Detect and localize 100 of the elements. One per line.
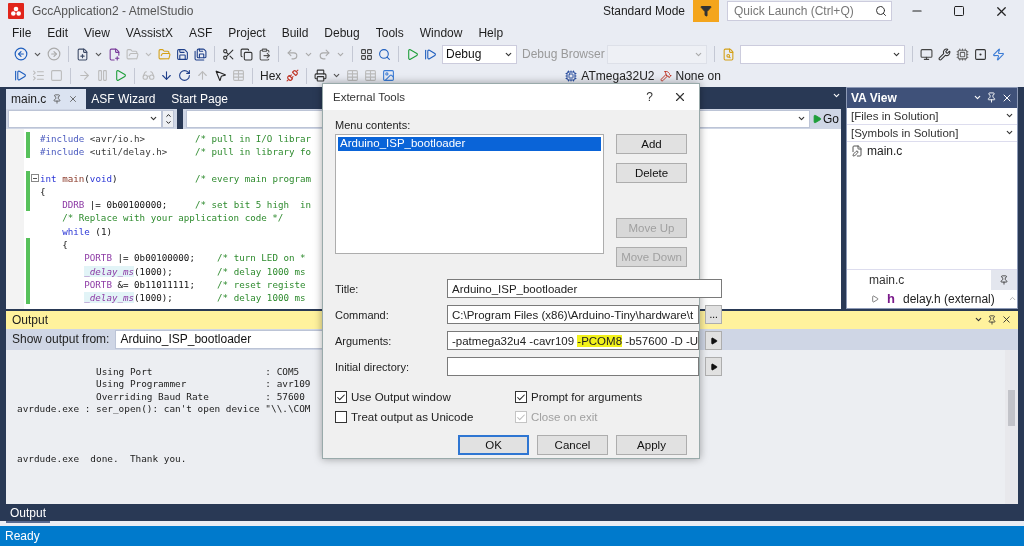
editor-tab[interactable]: ASF Wizard: [86, 88, 167, 109]
search-icon[interactable]: [875, 5, 887, 17]
grid-icon[interactable]: [360, 47, 373, 61]
monitor-icon[interactable]: [920, 47, 933, 61]
run-icon[interactable]: [114, 69, 127, 83]
menu-item[interactable]: Tools: [367, 25, 412, 40]
code-line: int main(void) /* every main program: [40, 172, 312, 184]
panel-tab[interactable]: Output: [6, 505, 51, 523]
symbols-dropdown[interactable]: [Symbols in Solution]: [847, 124, 1017, 142]
menu-item[interactable]: Edit: [39, 25, 77, 40]
find-icon[interactable]: [378, 47, 391, 61]
solution-file[interactable]: main.c: [867, 143, 903, 158]
checkbox-label: Prompt for arguments: [531, 391, 643, 403]
panel-title: VA View: [851, 90, 898, 105]
close-icon[interactable]: [673, 90, 687, 104]
paste-icon[interactable]: [258, 47, 271, 61]
wrench-icon[interactable]: [938, 47, 951, 61]
menu-item[interactable]: Debug: [316, 25, 368, 40]
menu-item[interactable]: Build: [273, 25, 317, 40]
window-title: GccApplication2 - AtmelStudio: [32, 4, 195, 18]
scrollbar[interactable]: [1005, 349, 1018, 504]
caret-icon[interactable]: [974, 315, 983, 324]
hex-button[interactable]: Hex: [260, 68, 282, 83]
tree-item[interactable]: delay.h (external): [902, 291, 1000, 306]
image-icon[interactable]: [382, 69, 396, 83]
status-text: Ready: [5, 528, 40, 543]
cut-icon[interactable]: [222, 47, 235, 61]
go-button[interactable]: Go: [810, 109, 841, 128]
unplug-icon[interactable]: [286, 69, 300, 83]
text-field[interactable]: C:\Program Files (x86)\Arduino-Tiny\hardware\t: [447, 305, 700, 324]
pin-icon[interactable]: [987, 314, 997, 325]
find-field[interactable]: [740, 44, 905, 64]
list-item[interactable]: Arduino_ISP_bootloader: [338, 137, 601, 151]
code-line: #include <avr/io.h> /* pull in I/O librar: [40, 132, 312, 144]
files-dropdown[interactable]: [Files in Solution]: [847, 107, 1017, 125]
checkbox-label: Close on exit: [531, 411, 598, 423]
filter-button[interactable]: [693, 0, 719, 22]
text-field[interactable]: Arduino_ISP_bootloader: [447, 279, 723, 298]
menu-item[interactable]: ASF: [180, 25, 221, 40]
save-all-icon[interactable]: [194, 47, 207, 61]
dialog-button[interactable]: Add: [616, 134, 687, 154]
menu-item[interactable]: Project: [220, 25, 274, 40]
collapse-icon[interactable]: [31, 174, 39, 183]
new-project-icon[interactable]: [76, 47, 89, 61]
quick-launch-field[interactable]: Quick Launch (Ctrl+Q): [727, 1, 892, 21]
tool-button[interactable]: None on: [659, 68, 721, 83]
pin-icon[interactable]: [52, 93, 63, 104]
caret-icon[interactable]: [797, 114, 806, 123]
browse-button[interactable]: ...: [705, 305, 723, 324]
menu-item[interactable]: File: [4, 25, 40, 40]
mode-label: Standard Mode: [602, 4, 685, 18]
configuration-select[interactable]: Debug: [442, 44, 517, 64]
start-icon[interactable]: [406, 47, 419, 61]
field-label: Arguments:: [335, 334, 393, 347]
dialog-button[interactable]: Apply: [616, 435, 687, 455]
pointer-icon[interactable]: [214, 69, 227, 83]
code-line: {: [61, 239, 68, 250]
save-icon[interactable]: [176, 47, 189, 61]
device-button[interactable]: ATmega32U2: [565, 68, 655, 83]
continue-icon[interactable]: [14, 69, 27, 83]
step-over-icon[interactable]: [178, 69, 191, 83]
editor-tab[interactable]: Start Page: [166, 88, 247, 109]
menu-item[interactable]: Window: [411, 25, 471, 40]
checkbox[interactable]: [515, 391, 527, 403]
back-icon[interactable]: [14, 47, 28, 62]
caret-icon[interactable]: [149, 114, 158, 123]
output-line: Overriding Baud Rate : 57600: [95, 390, 305, 403]
step-icon[interactable]: [424, 47, 437, 61]
menu-item[interactable]: Help: [470, 25, 512, 40]
checkbox[interactable]: [335, 391, 347, 403]
dialog-button[interactable]: Cancel: [537, 435, 608, 455]
copy-icon[interactable]: [240, 47, 253, 61]
step-into-icon[interactable]: [160, 69, 173, 83]
help-button[interactable]: ?: [646, 90, 653, 104]
printer-icon[interactable]: [314, 69, 328, 83]
maximize-icon[interactable]: [953, 5, 965, 17]
macro-button[interactable]: [705, 357, 723, 376]
macro-button[interactable]: [705, 331, 723, 350]
dialog-button[interactable]: OK: [458, 435, 529, 455]
menu-item[interactable]: View: [76, 25, 118, 40]
text-field[interactable]: -patmega32u4 -cavr109 -PCOM8 -b57600 -D -U: [447, 331, 700, 350]
frame-icon[interactable]: [974, 47, 987, 61]
editor-tab[interactable]: main.c: [6, 88, 87, 109]
close-icon[interactable]: [1001, 314, 1012, 325]
lightning-icon[interactable]: [992, 47, 1005, 61]
add-file-icon[interactable]: [108, 47, 121, 61]
pin-icon[interactable]: [986, 92, 997, 103]
scroll-thumb[interactable]: [1008, 389, 1015, 426]
expand-icon[interactable]: [871, 294, 879, 303]
spinner[interactable]: [162, 109, 174, 128]
menu-item[interactable]: VAssistX: [117, 25, 181, 40]
file-icon: [851, 144, 863, 157]
caret-icon[interactable]: [973, 93, 982, 102]
pin-icon[interactable]: [999, 274, 1009, 285]
chip-icon[interactable]: [956, 47, 969, 61]
checkbox[interactable]: [335, 411, 347, 423]
play-icon: [812, 113, 822, 124]
text-field[interactable]: [447, 357, 700, 376]
dialog-button[interactable]: Delete: [616, 163, 687, 183]
hammer-icon: [659, 69, 672, 82]
